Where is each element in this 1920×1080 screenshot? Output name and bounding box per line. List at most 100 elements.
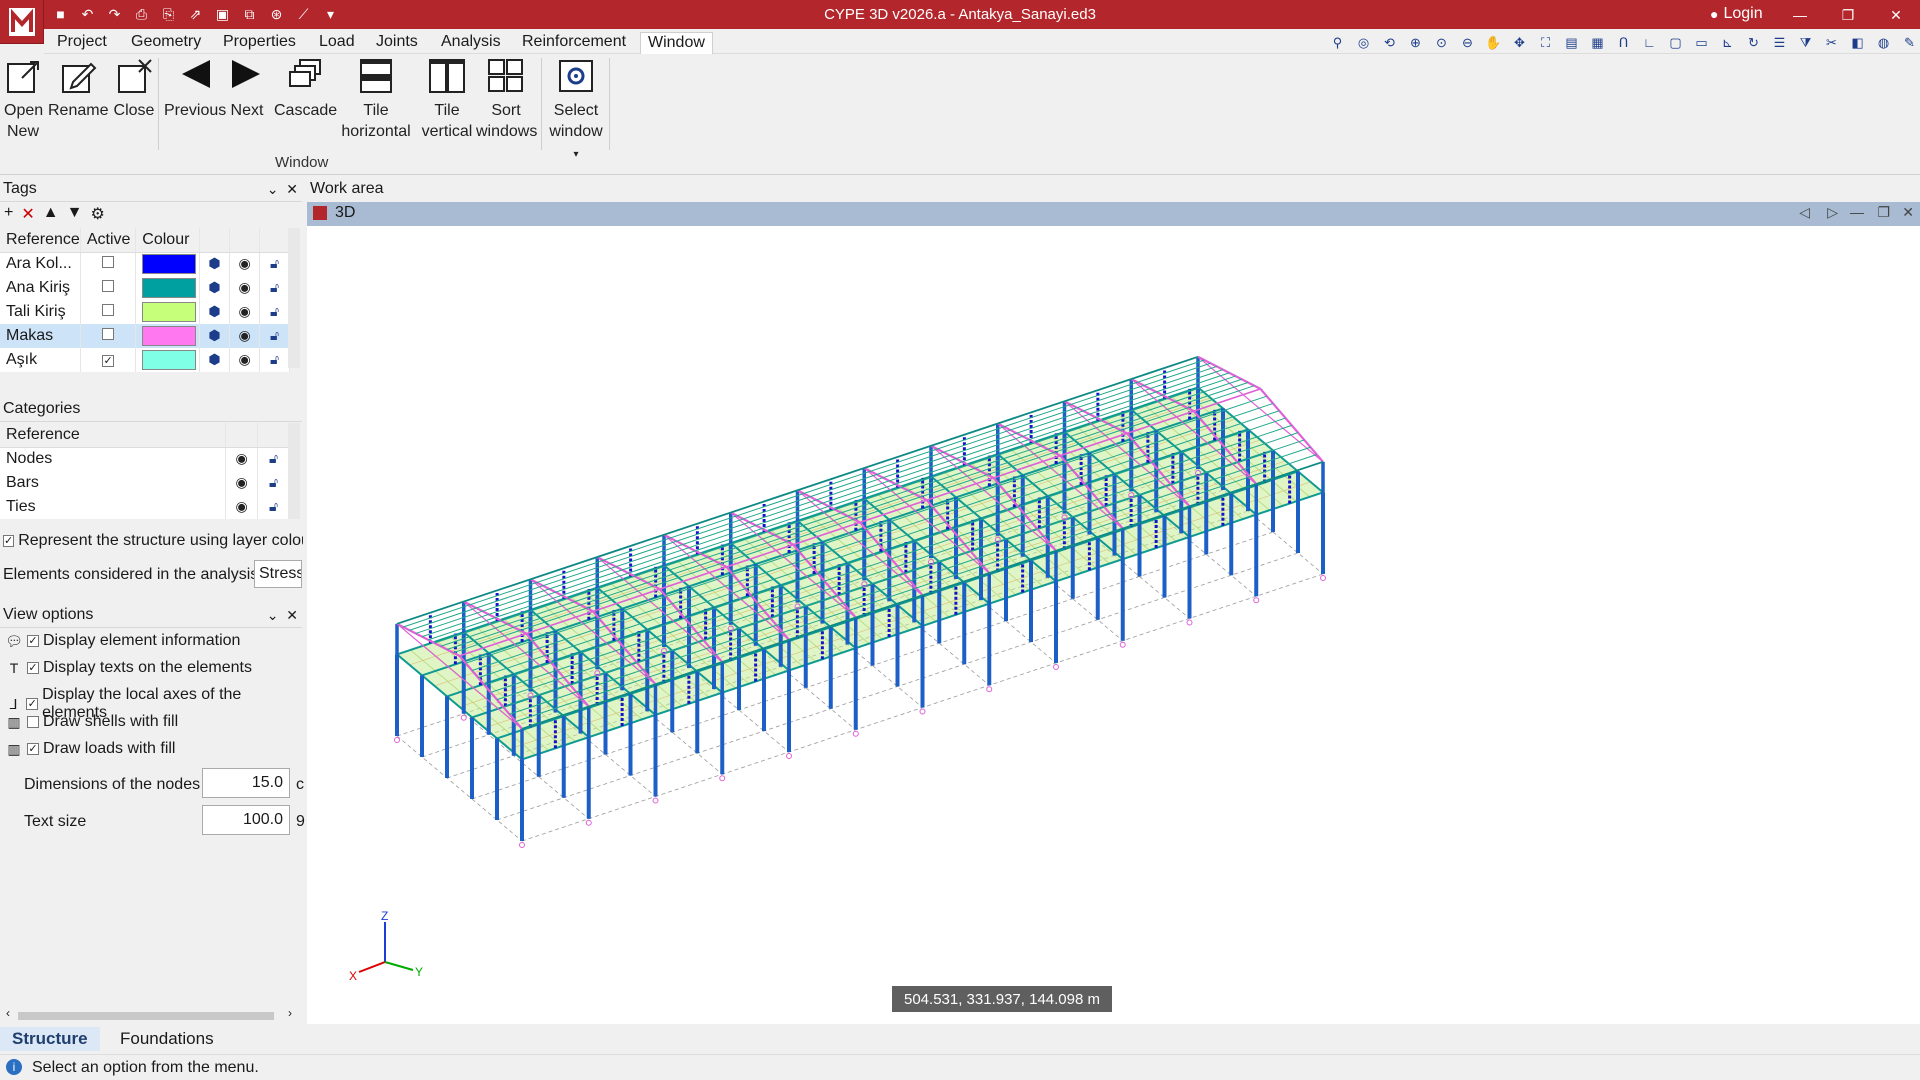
axes-icon[interactable]: ∟ <box>1639 32 1660 53</box>
view-option-checkbox[interactable]: ✓ <box>27 662 39 674</box>
tag-active-checkbox[interactable]: ✓ <box>102 355 115 367</box>
rename-button[interactable]: Rename <box>48 58 108 121</box>
plane-icon[interactable]: ⊾ <box>1717 32 1738 53</box>
tag-colour-swatch[interactable] <box>142 302 197 322</box>
paint-icon[interactable]: ✎ <box>1899 32 1920 53</box>
ground-grid-line[interactable] <box>396 735 523 842</box>
col-active[interactable]: Active <box>80 228 137 253</box>
lock-icon[interactable]: 🔓︎ <box>270 327 279 343</box>
tag-active-checkbox[interactable] <box>102 280 115 292</box>
orbit-icon[interactable]: ◎ <box>1353 32 1374 53</box>
menu-project[interactable]: Project <box>50 32 114 54</box>
collapse-icon[interactable]: ⌄ <box>267 181 279 197</box>
view-option-checkbox[interactable]: ✓ <box>27 743 39 755</box>
support-node[interactable] <box>1119 641 1126 648</box>
view-option-checkbox[interactable]: ✓ <box>26 698 39 710</box>
lock-icon[interactable]: 🔓︎ <box>270 255 279 271</box>
tag-active-checkbox[interactable] <box>102 256 115 269</box>
structure-model-3d[interactable] <box>307 226 1920 1024</box>
cascade-button[interactable]: Cascade <box>274 58 337 121</box>
open-new-button[interactable]: Open New <box>4 58 43 142</box>
close-icon[interactable]: ✕ <box>286 181 298 197</box>
horizontal-scrollbar[interactable]: ‹ › <box>6 1006 300 1022</box>
menu-window[interactable]: Window <box>640 32 713 54</box>
cube-icon[interactable]: ⬢ <box>208 303 220 319</box>
zoom-all-icon[interactable]: ⊙ <box>1431 32 1452 53</box>
support-node[interactable] <box>652 797 659 804</box>
add-icon[interactable]: + <box>4 204 13 224</box>
elements-analysis-select[interactable]: Stress <box>254 560 302 588</box>
pan-icon[interactable]: ✋ <box>1483 32 1504 53</box>
support-node[interactable] <box>394 737 400 743</box>
support-node[interactable] <box>786 753 792 759</box>
move-down-icon[interactable]: ▼ <box>67 204 83 224</box>
represent-layer-colour-option[interactable]: ✓ Represent the structure using layer co… <box>3 532 303 550</box>
support-node[interactable] <box>1320 575 1326 581</box>
truss-top-chord[interactable] <box>1197 355 1262 390</box>
menu-joints[interactable]: Joints <box>369 32 425 54</box>
col-category-reference[interactable]: Reference <box>0 423 227 448</box>
menu-load[interactable]: Load <box>312 32 362 54</box>
globe-icon[interactable]: ◍ <box>1873 32 1894 53</box>
tag-row[interactable]: Aşık ✓ ⬢ ◉ 🔓︎ <box>0 348 290 372</box>
menu-reinforcement[interactable]: Reinforcement <box>515 32 633 54</box>
tag-colour-swatch[interactable] <box>142 278 197 298</box>
support-node[interactable] <box>460 714 467 721</box>
3d-viewport[interactable]: Z X Y 504.531, 331.937, 144.098 m <box>307 226 1920 1024</box>
view-option-item[interactable]: T ✓ Display texts on the elements <box>5 659 252 677</box>
view-option-item[interactable]: ▥ ✓ Draw loads with fill <box>5 740 175 758</box>
eye-icon[interactable]: ◉ <box>239 351 251 367</box>
close-icon[interactable]: ✕ <box>286 607 298 623</box>
window-icon[interactable]: ▢ <box>1665 32 1686 53</box>
eye-icon[interactable]: ◉ <box>235 450 247 466</box>
search-icon[interactable]: ⚲ <box>1327 32 1348 53</box>
purlin[interactable] <box>490 424 1292 693</box>
tag-row[interactable]: Ana Kiriş ⬢ ◉ 🔓︎ <box>0 276 290 300</box>
tile-vertical-button[interactable]: Tile vertical <box>416 58 478 142</box>
close-view-icon[interactable]: ✕ <box>1902 204 1914 221</box>
lock-icon[interactable]: 🔓︎ <box>269 474 278 490</box>
sort-windows-button[interactable]: Sort windows <box>476 58 537 142</box>
delete-icon[interactable]: ✕ <box>21 204 34 224</box>
categories-scrollbar[interactable] <box>288 423 300 519</box>
move-icon[interactable]: ✥ <box>1509 32 1530 53</box>
eye-icon[interactable]: ◉ <box>239 327 251 343</box>
prev-view-icon[interactable]: ◁ <box>1799 204 1810 221</box>
move-up-icon[interactable]: ▲ <box>43 204 59 224</box>
cube-icon[interactable]: ⬢ <box>208 327 220 343</box>
tag-active-checkbox[interactable] <box>102 304 115 316</box>
refresh-icon[interactable]: ↻ <box>1743 32 1764 53</box>
tag-row[interactable]: Tali Kiriş ⬢ ◉ 🔓︎ <box>0 300 290 324</box>
grid-icon[interactable]: ▦ <box>1587 32 1608 53</box>
support-node[interactable] <box>852 730 859 737</box>
menu-geometry[interactable]: Geometry <box>124 32 208 54</box>
previous-button[interactable]: Previous <box>164 58 226 121</box>
lock-icon[interactable]: 🔓︎ <box>270 303 279 319</box>
scroll-left-icon[interactable]: ‹ <box>6 1006 10 1020</box>
filter-icon[interactable]: ⧩ <box>1795 32 1816 53</box>
view-option-checkbox[interactable]: ✓ <box>27 635 39 647</box>
tag-active-checkbox[interactable] <box>102 328 115 340</box>
tools-icon[interactable]: ✂ <box>1821 32 1842 53</box>
support-node[interactable] <box>719 775 726 782</box>
close-button[interactable]: Close <box>112 58 156 121</box>
tag-colour-swatch[interactable] <box>142 350 197 370</box>
split-view-icon[interactable]: ◧ <box>1847 32 1868 53</box>
rotate-icon[interactable]: ⟲ <box>1379 32 1400 53</box>
purlin[interactable] <box>503 439 1305 708</box>
next-view-icon[interactable]: ▷ <box>1827 204 1838 221</box>
lock-icon[interactable]: 🔓︎ <box>270 279 279 295</box>
lock-icon[interactable]: 🔓︎ <box>270 351 279 367</box>
cube-icon[interactable]: ⬢ <box>208 255 220 271</box>
app-logo[interactable] <box>0 0 44 44</box>
menu-analysis[interactable]: Analysis <box>434 32 508 54</box>
tag-settings-icon[interactable]: ⚙ <box>90 204 104 224</box>
view-option-item[interactable]: ▥ Draw shells with fill <box>5 713 178 731</box>
magnet-icon[interactable]: Ո <box>1613 32 1634 53</box>
layers-icon[interactable]: ▤ <box>1561 32 1582 53</box>
tag-row[interactable]: Makas ⬢ ◉ 🔓︎ <box>0 324 290 348</box>
panel-icon[interactable]: ▭ <box>1691 32 1712 53</box>
scroll-thumb[interactable] <box>18 1012 274 1020</box>
tab-structure[interactable]: Structure <box>0 1027 100 1051</box>
tab-foundations[interactable]: Foundations <box>108 1027 226 1051</box>
